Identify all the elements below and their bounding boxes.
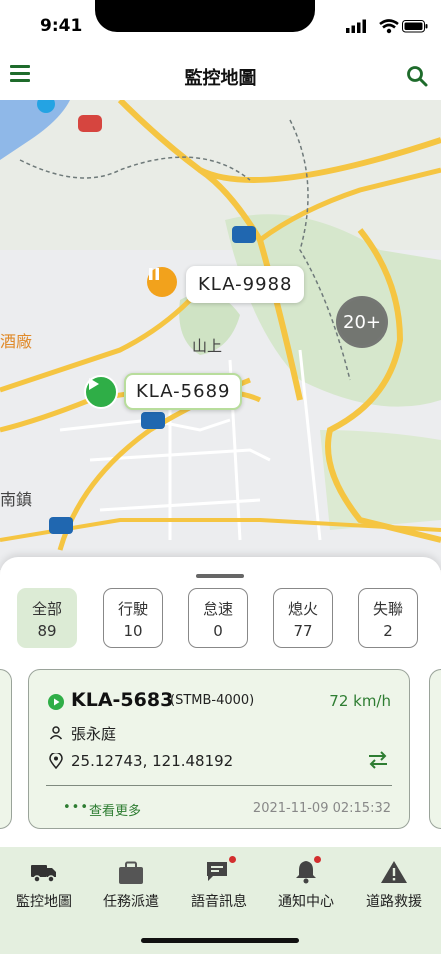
filter-label: 失聯 (372, 600, 403, 618)
warning-icon (381, 861, 407, 883)
filter-all[interactable]: 全部 89 (17, 588, 77, 648)
filter-label: 行駛 (117, 600, 148, 618)
pause-icon (149, 268, 159, 280)
tab-label: 任務派遣 (103, 894, 159, 910)
filter-lost[interactable]: 失聯 2 (358, 588, 418, 648)
vehicle-cluster[interactable]: 20+ (336, 296, 388, 348)
tab-label: 監控地圖 (16, 894, 72, 910)
vehicle-label-kla-5689[interactable]: KLA-5689 (124, 373, 243, 410)
signal-icon (346, 19, 366, 33)
vehicle-speed: 72 km/h (329, 692, 391, 710)
prev-vehicle-card[interactable] (0, 669, 12, 829)
last-update-time: 2021-11-09 02:15:32 (252, 801, 391, 816)
bell-icon (296, 861, 316, 884)
map-label-shanshang: 山上 (192, 337, 223, 355)
status-time: 9:41 (40, 16, 83, 36)
card-divider (46, 785, 392, 786)
filter-driving[interactable]: 行駛 10 (103, 588, 163, 648)
filter-count: 89 (37, 622, 57, 640)
swap-icon[interactable] (367, 750, 389, 770)
tab-monitor-map[interactable]: 監控地圖 (0, 853, 88, 911)
search-icon[interactable] (405, 64, 429, 88)
home-indicator[interactable] (141, 938, 299, 943)
tab-label: 道路救援 (366, 894, 422, 910)
filter-label: 怠速 (202, 600, 233, 618)
driving-marker[interactable] (84, 375, 118, 409)
driving-status-icon (48, 694, 64, 710)
notification-dot (314, 856, 321, 863)
map-label-town: 南鎮 (0, 490, 33, 509)
briefcase-icon (119, 861, 143, 884)
tab-label: 通知中心 (278, 894, 334, 910)
filter-label: 全部 (31, 600, 62, 618)
tab-label: 語音訊息 (191, 894, 247, 910)
filter-count: 77 (293, 622, 313, 640)
filter-count: 10 (123, 622, 143, 640)
filter-idle[interactable]: 怠速 0 (188, 588, 248, 648)
device-notch (95, 0, 315, 32)
app-header: 監控地圖 (0, 52, 441, 101)
chat-icon (207, 862, 227, 881)
map-view[interactable]: 山上 酒廠 南鎮 20+ KLA-9988 KLA-5689 (0, 100, 441, 570)
tab-dispatch[interactable]: 任務派遣 (87, 853, 175, 911)
truck-icon (31, 865, 56, 883)
status-bar: 9:41 (0, 0, 441, 52)
driver-name: 張永庭 (71, 725, 117, 743)
status-icons (346, 19, 428, 34)
filter-count: 2 (383, 622, 393, 640)
vehicle-coordinates: 25.12743, 121.48192 (71, 752, 234, 770)
battery-icon (402, 20, 428, 33)
pause-marker[interactable] (147, 267, 177, 297)
person-icon (49, 726, 63, 740)
tab-notifications[interactable]: 通知中心 (262, 853, 350, 911)
sheet-grabber[interactable] (196, 574, 244, 578)
vehicle-card[interactable]: KLA-5683 (STMB-4000) 72 km/h 張永庭 25.1274… (28, 669, 410, 829)
filter-count: 0 (213, 622, 223, 640)
notification-dot (229, 856, 236, 863)
tab-road-rescue[interactable]: 道路救援 (350, 853, 438, 911)
play-icon (89, 378, 99, 390)
vehicle-plate: KLA-5683 (71, 689, 174, 711)
view-more-link[interactable]: 查看更多 (89, 800, 141, 819)
wifi-icon (379, 19, 399, 34)
vehicle-label-kla-9988[interactable]: KLA-9988 (186, 266, 305, 303)
device-model: (STMB-4000) (170, 693, 255, 708)
tab-voice-messages[interactable]: 語音訊息 (175, 853, 263, 911)
filter-label: 熄火 (287, 600, 318, 618)
status-filters: 全部 89 行駛 10 怠速 0 熄火 77 失聯 2 (17, 588, 427, 650)
location-pin-icon (49, 753, 63, 769)
map-label-brewery: 酒廠 (0, 332, 33, 351)
more-dots-icon: ••• (63, 800, 90, 815)
vehicle-sheet: 全部 89 行駛 10 怠速 0 熄火 77 失聯 2 KLA-5683 (STMB-40… (0, 557, 441, 847)
page-title: 監控地圖 (184, 68, 257, 89)
filter-off[interactable]: 熄火 77 (273, 588, 333, 648)
next-vehicle-card[interactable] (429, 669, 441, 829)
